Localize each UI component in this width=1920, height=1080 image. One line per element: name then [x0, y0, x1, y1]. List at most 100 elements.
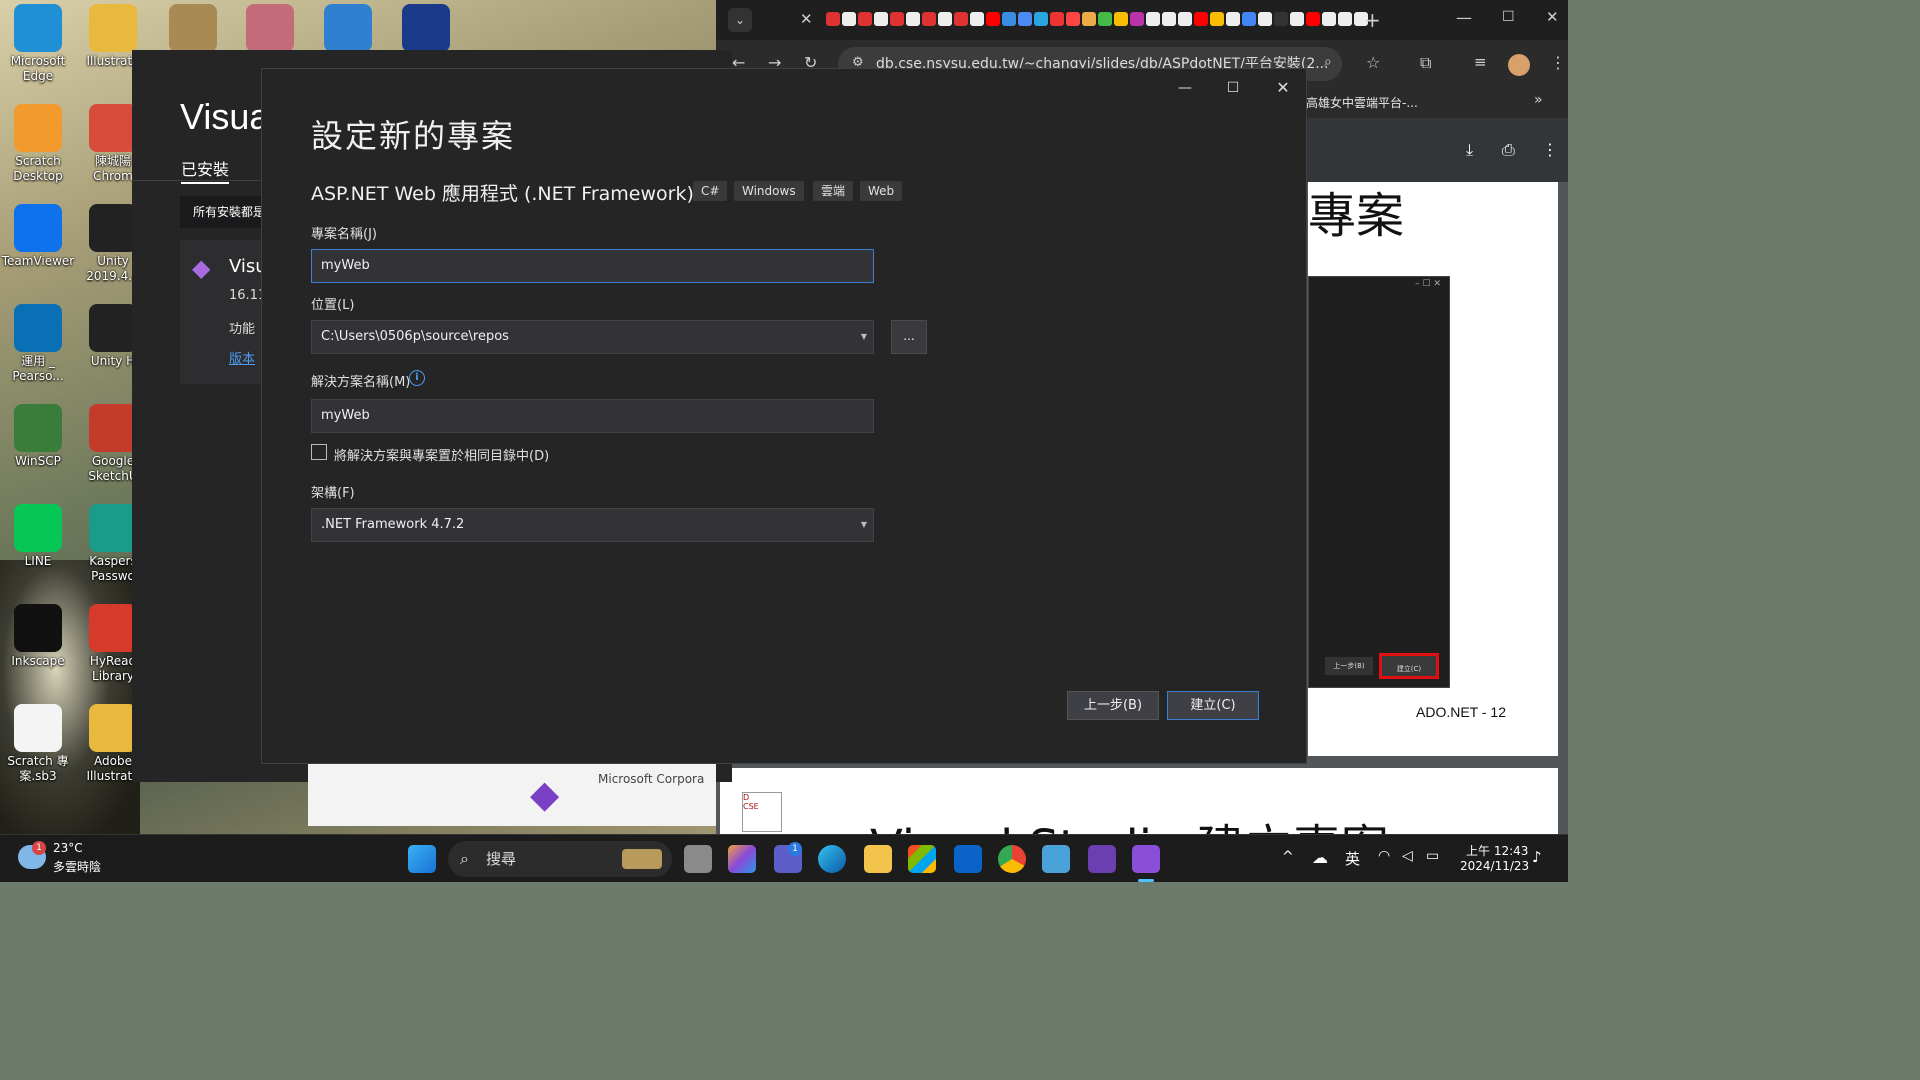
framework-value: .NET Framework 4.7.2 — [321, 517, 465, 532]
store-icon[interactable] — [908, 845, 936, 873]
notification-bell-icon[interactable]: ♪ — [1532, 848, 1542, 866]
close-tab-icon[interactable]: ✕ — [800, 10, 813, 28]
desktop-icon-label: LINE — [24, 554, 52, 568]
start-windows-icon[interactable] — [408, 845, 436, 873]
chrome-icon — [89, 104, 137, 152]
search-icon: ⌕ — [460, 849, 469, 868]
show-hidden-icons-icon[interactable]: ^ — [1282, 849, 1294, 865]
location-combobox[interactable]: C:\Users\0506p\source\repos ▼ — [311, 320, 874, 354]
remote-desktop-icon[interactable] — [1042, 845, 1070, 873]
minimize-icon[interactable]: — — [1162, 77, 1208, 99]
copilot-icon[interactable] — [728, 845, 756, 873]
mini-create-button-highlight: 建立(C) — [1379, 653, 1439, 679]
pinned-tabs[interactable] — [826, 12, 1368, 28]
visual-studio-icon: ◆ — [192, 254, 211, 282]
search-highlight-icon — [622, 849, 662, 869]
chevron-down-icon[interactable]: ▼ — [861, 509, 867, 541]
chrome-icon[interactable] — [998, 845, 1026, 873]
desktop-icon[interactable]: TeamViewer — [0, 200, 76, 296]
kaspersky-icon — [89, 504, 137, 552]
desktop-icon[interactable]: 運用 _ Pearso... — [0, 300, 76, 396]
scratch-icon — [14, 104, 62, 152]
clock-date[interactable]: 2024/11/23 — [1460, 859, 1529, 873]
download-icon[interactable]: ⤓ — [1466, 140, 1473, 160]
pdf-menu-icon[interactable]: ⋮ — [1542, 140, 1558, 159]
desktop-icon[interactable]: LINE — [0, 500, 76, 596]
installer-title: Visua — [180, 96, 270, 137]
project-name-label: 專案名稱(J) — [311, 227, 377, 242]
zoom-icon[interactable]: ⌕ — [1324, 54, 1332, 70]
weather-temp[interactable]: 23°C — [53, 841, 83, 855]
desktop-icon[interactable]: Scratch Desktop — [0, 100, 76, 196]
mini-back-button: 上一步(B) — [1325, 657, 1373, 675]
vscode-icon — [324, 4, 372, 52]
slide-title: 專案 — [1308, 188, 1405, 244]
framework-select[interactable]: .NET Framework 4.7.2 ▼ — [311, 508, 874, 542]
minimize-icon[interactable]: — — [1456, 8, 1472, 27]
bookmark-star-icon[interactable]: ☆ — [1366, 53, 1380, 72]
desktop-icon-label: WinSCP — [15, 454, 61, 468]
slide-dialog-screenshot: – ☐ ✕ 上一步(B) 建立(C) — [1308, 276, 1450, 688]
template-name: ASP.NET Web 應用程式 (.NET Framework) — [311, 183, 694, 205]
media-icon[interactable]: ≡ — [1474, 53, 1487, 71]
tag-web: Web — [860, 181, 903, 201]
location-label: 位置(L) — [311, 298, 355, 313]
teams-badge: 1 — [788, 842, 802, 856]
desktop-icon[interactable]: Microsoft Edge — [0, 0, 76, 96]
tag-platform: Windows — [734, 181, 804, 201]
wifi-icon[interactable]: ◠ — [1378, 848, 1390, 864]
line-icon — [14, 504, 62, 552]
new-tab-icon[interactable]: + — [1364, 8, 1381, 32]
battery-icon[interactable]: ▭ — [1426, 848, 1439, 864]
onedrive-icon[interactable]: ☁ — [1312, 848, 1328, 867]
chevron-down-icon[interactable]: ▼ — [861, 321, 867, 353]
print-icon[interactable]: ⎙ — [1502, 140, 1515, 160]
visual-studio-icon[interactable] — [1132, 845, 1160, 873]
browse-button[interactable]: ... — [891, 320, 927, 354]
close-icon[interactable]: ✕ — [1260, 77, 1306, 99]
chrome-menu-icon[interactable]: ⋮ — [1550, 53, 1566, 72]
back-button[interactable]: 上一步(B) — [1067, 691, 1159, 720]
teamviewer-icon — [14, 204, 62, 252]
maximize-icon[interactable]: ☐ — [1502, 9, 1515, 25]
visual-studio-logo-icon: ◆ — [530, 772, 560, 816]
clock-time[interactable]: 上午 12:43 — [1466, 842, 1528, 859]
desktop-icon[interactable]: Inkscape — [0, 600, 76, 696]
nsysu-logo-icon: D CSE — [742, 792, 782, 832]
same-directory-checkbox[interactable] — [311, 444, 327, 460]
tab-search-icon[interactable]: ⌄ — [728, 8, 752, 32]
volume-icon[interactable]: ◁ — [1402, 848, 1413, 864]
maximize-icon[interactable]: ☐ — [1210, 77, 1256, 99]
release-notes-link[interactable]: 版本 — [229, 348, 255, 367]
folder-icon — [89, 704, 137, 752]
info-icon[interactable]: i — [409, 370, 425, 386]
chrome-tabstrip: ⌄ ✕ + — ☐ ✕ — [716, 0, 1568, 40]
framework-label: 架構(F) — [311, 486, 355, 501]
dialog-title: 設定新的專案 — [311, 117, 516, 155]
task-view-icon[interactable] — [684, 845, 712, 873]
file-explorer-icon[interactable] — [864, 845, 892, 873]
product-card: ◆ Visu 16.11 功能 版本 — [180, 240, 270, 384]
solution-name-field[interactable]: myWeb — [311, 399, 874, 433]
desktop-icon-label: TeamViewer — [1, 254, 75, 268]
profile-avatar[interactable] — [1508, 54, 1530, 76]
taskbar-search[interactable]: ⌕ 搜尋 — [448, 841, 672, 877]
extensions-icon[interactable]: ⧉ — [1420, 53, 1431, 73]
bookmark-item[interactable]: 高雄女中雲端平台-... — [1306, 94, 1418, 111]
solution-name-label: 解決方案名稱(M) — [311, 375, 411, 390]
project-name-field[interactable]: myWeb — [311, 249, 874, 283]
desktop-icon[interactable]: WinSCP — [0, 400, 76, 496]
more-bookmarks-icon[interactable]: » — [1534, 92, 1543, 108]
edge-icon[interactable] — [818, 845, 846, 873]
same-directory-label: 將解決方案與專案置於相同目錄中(D) — [334, 449, 550, 464]
desktop-icon[interactable]: Scratch 專案.sb3 — [0, 700, 76, 796]
outlook-icon[interactable] — [954, 845, 982, 873]
pearson-icon — [14, 304, 62, 352]
edge-icon — [14, 4, 62, 52]
ime-indicator[interactable]: 英 — [1345, 848, 1360, 869]
search-placeholder: 搜尋 — [486, 850, 517, 868]
weather-desc[interactable]: 多雲時陰 — [53, 858, 101, 875]
close-window-icon[interactable]: ✕ — [1546, 8, 1559, 26]
create-button[interactable]: 建立(C) — [1167, 691, 1259, 720]
visual-studio-installer-icon[interactable] — [1088, 845, 1116, 873]
